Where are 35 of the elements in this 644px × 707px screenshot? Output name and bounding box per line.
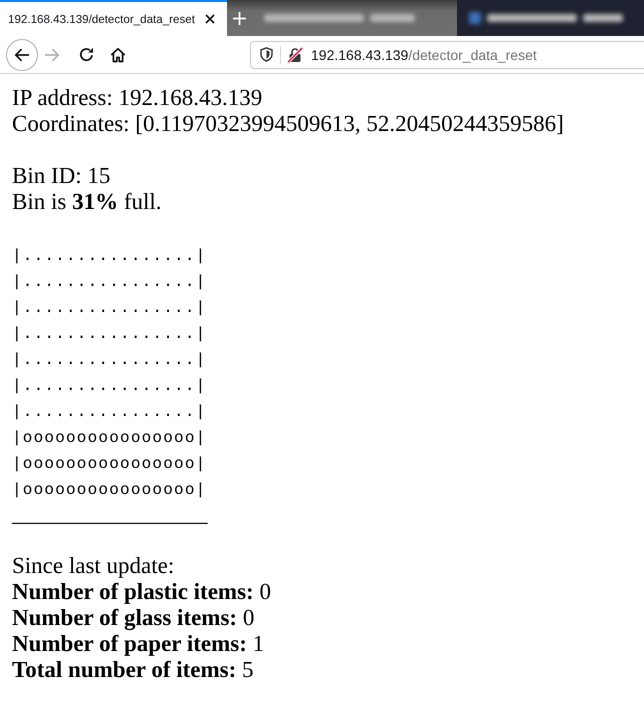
- bin-level-row-text: |................|: [12, 298, 206, 319]
- item-count-text: Total number of items: 5: [12, 657, 254, 683]
- bin-level-row-text: |................|: [12, 324, 206, 345]
- shield-icon: [260, 47, 273, 62]
- bin-level-row-text: |oooooooooooooooo|: [12, 428, 206, 449]
- bin-level-row-text: |................|: [12, 246, 206, 267]
- new-tab-button[interactable]: [227, 0, 252, 36]
- plus-icon: [233, 12, 246, 24]
- reload-icon: [78, 47, 94, 62]
- blurred-tab[interactable]: [457, 0, 644, 36]
- bin-level-row-text: |oooooooooooooooo|: [12, 454, 206, 475]
- info-text: IP address: 192.168.43.139: [12, 85, 262, 111]
- browser-tab[interactable]: 192.168.43.139/detector_data_reset: [0, 0, 227, 36]
- item-count-text: Number of glass items: 0: [12, 605, 254, 631]
- bin-status-text: Bin ID: 15: [12, 163, 110, 189]
- bin-bottom-line: _________________: [12, 501, 208, 527]
- address-bar[interactable]: 192.168.43.139/detector_data_reset: [250, 40, 644, 68]
- item-count-text: Number of plastic items: 0: [12, 579, 271, 605]
- close-icon: [205, 14, 215, 24]
- bin-level-row-text: |................|: [12, 376, 206, 397]
- url-text: 192.168.43.139/detector_data_reset: [311, 46, 537, 62]
- bin-level-row-text: |oooooooooooooooo|: [12, 480, 206, 501]
- bin-level-row-text: |................|: [12, 350, 206, 371]
- forward-arrow-icon: [44, 48, 60, 62]
- item-count-text: Number of paper items: 1: [12, 631, 264, 657]
- section-heading: Since last update:: [12, 553, 174, 579]
- bin-level-row-text: |................|: [12, 402, 206, 423]
- close-tab-button[interactable]: [203, 12, 217, 26]
- back-button[interactable]: [6, 38, 38, 70]
- back-arrow-icon: [14, 48, 30, 62]
- info-text: Coordinates: [0.11970323994509613, 52.20450244359586]: [12, 111, 564, 137]
- bin-level-row-text: |................|: [12, 272, 206, 293]
- bin-status-text: Bin is 31% full.: [12, 189, 162, 215]
- blurred-tab[interactable]: [252, 0, 457, 36]
- home-icon: [110, 46, 126, 62]
